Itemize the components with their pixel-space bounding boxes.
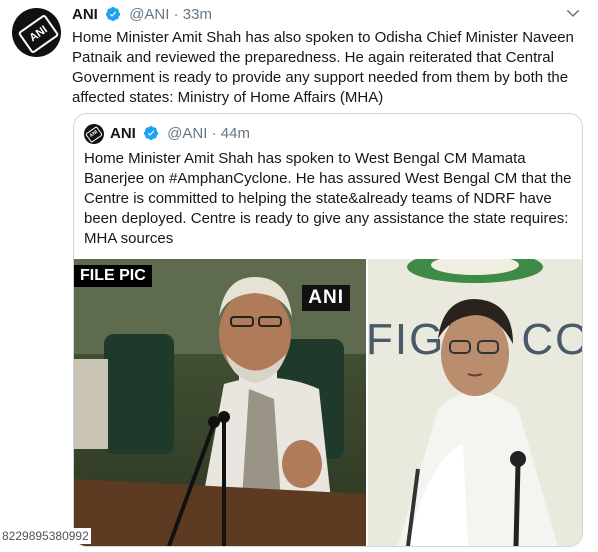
quoted-author-name: ANI bbox=[110, 125, 136, 142]
tweet-header: ANI @ANI · 33m bbox=[72, 6, 212, 24]
author-name[interactable]: ANI bbox=[72, 6, 98, 23]
photo-mamata-banerjee-illustration: FIGHT CO bbox=[368, 259, 582, 546]
separator-dot: · bbox=[211, 125, 217, 142]
ani-logo-small: ANI bbox=[85, 125, 103, 144]
image-id-label: 8229895380992 bbox=[0, 528, 91, 544]
quoted-author-handle: @ANI bbox=[167, 125, 208, 142]
quoted-avatar: ANI bbox=[84, 124, 104, 144]
tweet-text: Home Minister Amit Shah has also spoken … bbox=[72, 29, 574, 106]
photo-amit-shah[interactable]: FILE PIC ANI bbox=[74, 259, 366, 546]
avatar[interactable]: ANI bbox=[12, 8, 61, 57]
verified-badge-icon bbox=[106, 7, 121, 21]
timestamp[interactable]: 33m bbox=[183, 6, 212, 23]
verified-badge-icon bbox=[144, 126, 159, 140]
file-pic-caption: FILE PIC bbox=[74, 265, 152, 287]
author-handle[interactable]: @ANI bbox=[129, 6, 169, 23]
quoted-timestamp: 44m bbox=[220, 125, 250, 142]
ani-logo: ANI bbox=[17, 13, 60, 55]
tweet[interactable]: ANI ANI @ANI · 33m Home Minister Amit Sh… bbox=[0, 0, 598, 552]
quoted-header: ANI @ANI · 44m bbox=[110, 124, 250, 144]
chevron-down-icon[interactable] bbox=[564, 4, 582, 22]
quoted-text: Home Minister Amit Shah has spoken to We… bbox=[84, 150, 572, 247]
quoted-media[interactable]: FILE PIC ANI FIGHT CO bbox=[74, 259, 582, 546]
ani-watermark: ANI bbox=[302, 285, 350, 311]
photo-mamata-banerjee[interactable]: FIGHT CO bbox=[368, 259, 582, 546]
separator-dot: · bbox=[173, 6, 179, 23]
quoted-tweet[interactable]: ANI ANI @ANI · 44m Home Minister Amit Sh… bbox=[73, 113, 583, 547]
